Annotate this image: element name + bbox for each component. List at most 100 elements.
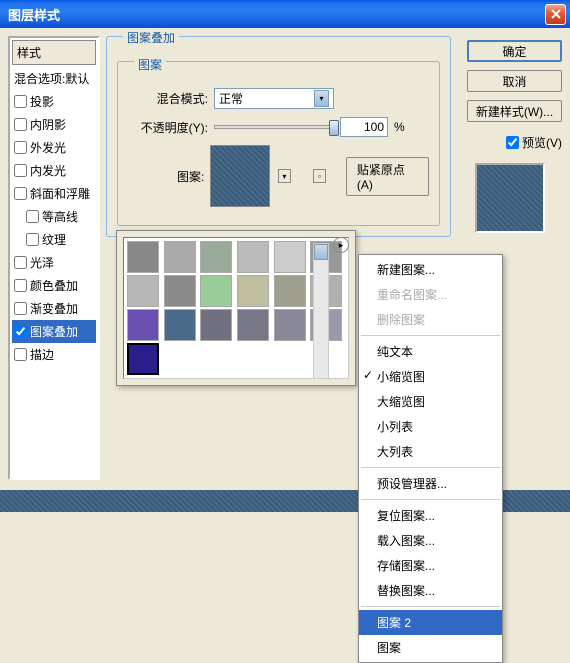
style-checkbox[interactable] — [14, 141, 27, 154]
menu-small-thumb[interactable]: ✓小缩览图 — [359, 364, 502, 389]
chevron-down-icon: ▾ — [314, 90, 329, 107]
flyout-menu-button[interactable]: ▸ — [333, 237, 349, 253]
check-icon: ✓ — [363, 368, 373, 382]
scrollbar[interactable] — [313, 243, 329, 379]
menu-reset-patterns[interactable]: 复位图案... — [359, 503, 502, 528]
style-checkbox[interactable] — [26, 210, 39, 223]
style-item-3[interactable]: 内发光 — [12, 159, 96, 182]
menu-delete-pattern: 删除图案 — [359, 307, 502, 332]
new-doc-icon[interactable]: ▫ — [313, 169, 326, 183]
pattern-swatch[interactable] — [200, 241, 232, 273]
styles-header[interactable]: 样式 — [12, 40, 96, 65]
pattern-swatch[interactable] — [127, 309, 159, 341]
pattern-swatch[interactable] — [200, 275, 232, 307]
menu-rename-pattern: 重命名图案... — [359, 282, 502, 307]
menu-new-pattern[interactable]: 新建图案... — [359, 257, 502, 282]
subsection-title: 图案 — [134, 56, 166, 73]
pattern-preview[interactable] — [210, 145, 269, 207]
style-checkbox[interactable] — [14, 95, 27, 108]
style-item-9[interactable]: 渐变叠加 — [12, 297, 96, 320]
menu-small-list[interactable]: 小列表 — [359, 414, 502, 439]
pattern-swatch[interactable] — [127, 241, 159, 273]
pattern-swatch[interactable] — [127, 343, 159, 375]
menu-pattern-2[interactable]: 图案 2 — [359, 610, 502, 635]
menu-text-only[interactable]: 纯文本 — [359, 339, 502, 364]
style-checkbox[interactable] — [14, 164, 27, 177]
style-label: 内阴影 — [30, 116, 66, 133]
style-checkbox[interactable] — [14, 118, 27, 131]
menu-load-patterns[interactable]: 载入图案... — [359, 528, 502, 553]
preview-checkbox[interactable]: 预览(V) — [506, 130, 562, 155]
style-label: 内发光 — [30, 162, 66, 179]
style-item-7[interactable]: 光泽 — [12, 251, 96, 274]
style-checkbox[interactable] — [14, 187, 27, 200]
opacity-slider[interactable] — [214, 125, 334, 129]
style-checkbox[interactable] — [14, 348, 27, 361]
style-checkbox[interactable] — [14, 325, 27, 338]
opacity-label: 不透明度(Y): — [128, 119, 208, 136]
menu-large-thumb[interactable]: 大缩览图 — [359, 389, 502, 414]
style-label: 纹理 — [42, 231, 66, 248]
new-style-button[interactable]: 新建样式(W)... — [467, 100, 562, 122]
center-panel: 图案叠加 图案 混合模式: 正常 ▾ 不透明度(Y): 100 % — [106, 36, 451, 480]
pattern-swatch[interactable] — [164, 241, 196, 273]
preview-check-input[interactable] — [506, 136, 519, 149]
ok-button[interactable]: 确定 — [467, 40, 562, 62]
pattern-swatch[interactable] — [274, 275, 306, 307]
cancel-button[interactable]: 取消 — [467, 70, 562, 92]
style-item-1[interactable]: 内阴影 — [12, 113, 96, 136]
blending-options[interactable]: 混合选项:默认 — [12, 67, 96, 90]
pattern-swatch[interactable] — [127, 275, 159, 307]
blend-mode-select[interactable]: 正常 ▾ — [214, 88, 334, 109]
menu-preset-manager[interactable]: 预设管理器... — [359, 471, 502, 496]
preview-box — [475, 163, 545, 233]
style-checkbox[interactable] — [14, 302, 27, 315]
menu-large-list[interactable]: 大列表 — [359, 439, 502, 464]
style-item-11[interactable]: 描边 — [12, 343, 96, 366]
snap-origin-button[interactable]: 贴紧原点(A) — [346, 157, 429, 196]
style-item-6[interactable]: 纹理 — [12, 228, 96, 251]
menu-save-patterns[interactable]: 存储图案... — [359, 553, 502, 578]
style-label: 外发光 — [30, 139, 66, 156]
styles-panel: 样式 混合选项:默认 投影内阴影外发光内发光斜面和浮雕等高线纹理光泽颜色叠加渐变… — [8, 36, 100, 480]
pattern-dropdown-arrow[interactable]: ▾ — [278, 169, 291, 183]
style-item-5[interactable]: 等高线 — [12, 205, 96, 228]
pattern-swatch[interactable] — [237, 241, 269, 273]
style-item-0[interactable]: 投影 — [12, 90, 96, 113]
style-label: 图案叠加 — [30, 323, 78, 340]
style-label: 光泽 — [30, 254, 54, 271]
style-checkbox[interactable] — [26, 233, 39, 246]
menu-replace-patterns[interactable]: 替换图案... — [359, 578, 502, 603]
blend-mode-label: 混合模式: — [128, 90, 208, 107]
style-checkbox[interactable] — [14, 279, 27, 292]
pattern-picker-popup: ▸ — [116, 230, 356, 386]
style-label: 斜面和浮雕 — [30, 185, 90, 202]
pattern-label: 图案: — [128, 168, 204, 185]
style-label: 颜色叠加 — [30, 277, 78, 294]
window-title: 图层样式 — [4, 5, 545, 24]
pattern-swatch[interactable] — [237, 275, 269, 307]
slider-thumb[interactable] — [329, 120, 339, 136]
pattern-swatch[interactable] — [164, 275, 196, 307]
style-label: 投影 — [30, 93, 54, 110]
style-item-4[interactable]: 斜面和浮雕 — [12, 182, 96, 205]
pattern-swatch[interactable] — [274, 241, 306, 273]
pattern-swatch[interactable] — [274, 309, 306, 341]
close-button[interactable] — [545, 4, 566, 25]
close-icon — [551, 9, 561, 19]
style-item-2[interactable]: 外发光 — [12, 136, 96, 159]
scroll-thumb[interactable] — [314, 244, 328, 260]
pattern-swatch[interactable] — [164, 309, 196, 341]
style-item-8[interactable]: 颜色叠加 — [12, 274, 96, 297]
style-item-10[interactable]: 图案叠加 — [12, 320, 96, 343]
style-label: 等高线 — [42, 208, 78, 225]
pattern-swatch[interactable] — [200, 309, 232, 341]
blend-mode-value: 正常 — [219, 90, 243, 107]
opacity-input[interactable]: 100 — [340, 117, 388, 137]
style-label: 渐变叠加 — [30, 300, 78, 317]
style-checkbox[interactable] — [14, 256, 27, 269]
menu-pattern[interactable]: 图案 — [359, 635, 502, 660]
title-bar: 图层样式 — [0, 0, 570, 28]
opacity-unit: % — [394, 120, 405, 134]
pattern-swatch[interactable] — [237, 309, 269, 341]
